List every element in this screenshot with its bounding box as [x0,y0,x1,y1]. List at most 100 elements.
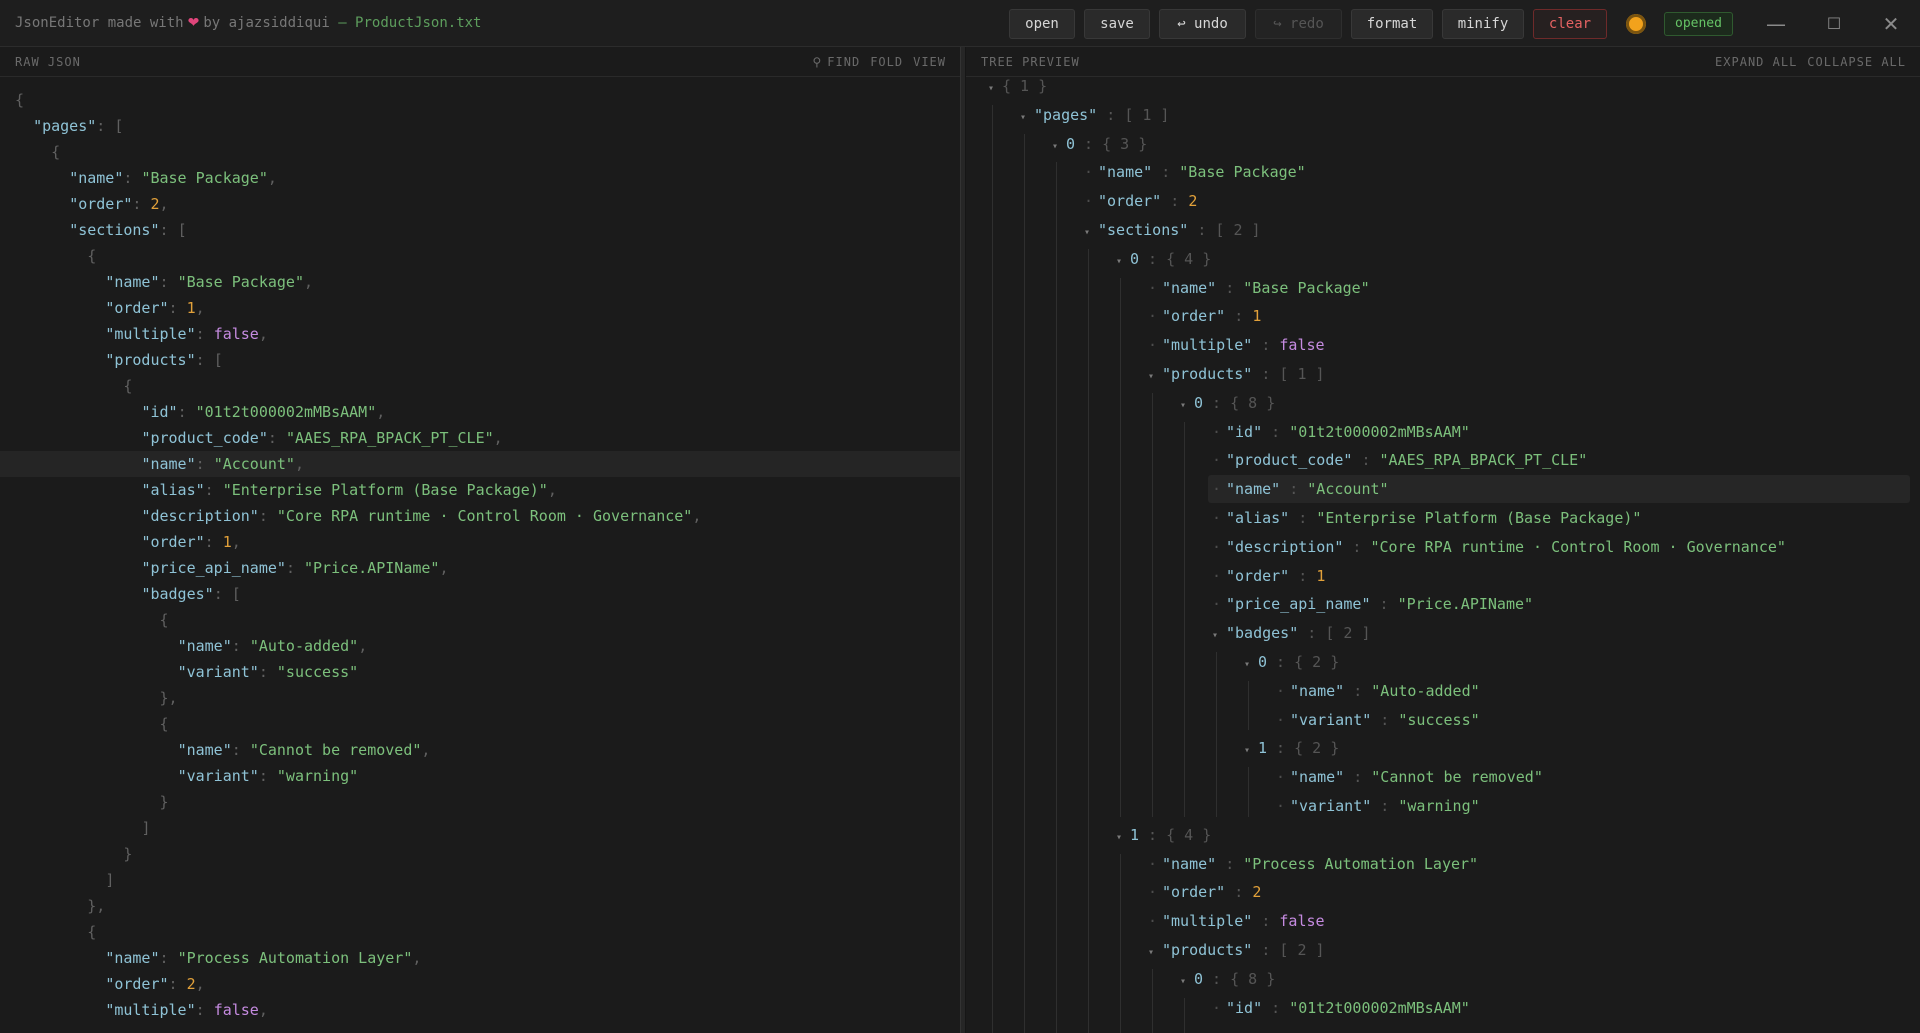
code-line[interactable]: ] [0,867,960,893]
code-line[interactable]: "order": 1, [0,295,960,321]
collapse-all-button[interactable]: COLLAPSE ALL [1807,55,1906,69]
code-line[interactable]: { [0,919,960,945]
tree-node[interactable]: · "variant" : "warning" [1272,792,1480,820]
expand-arrow-icon[interactable]: ▾ [1148,363,1162,391]
tree-node[interactable]: · "id" : "01t2t000002mMBsAAM" [1208,994,1470,1022]
tree-node[interactable]: · "name" : "Auto-added" [1272,677,1480,705]
tree-node[interactable]: · "price_api_name" : "Price.APIName" [1208,590,1533,618]
close-icon[interactable]: ✕ [1877,10,1905,38]
code-line[interactable]: "badges": [ [0,581,960,607]
code-line[interactable]: "name": "Base Package", [0,269,960,295]
expand-arrow-icon[interactable]: ▾ [1116,248,1130,276]
expand-arrow-icon[interactable]: ▾ [1244,737,1258,765]
tree-node[interactable]: ▾ 1 : { 4 } [1112,821,1211,849]
tree-node[interactable]: ▾ 0 : { 4 } [1112,245,1211,273]
tree-node[interactable]: · "variant" : "success" [1272,706,1480,734]
clear-button[interactable]: clear [1533,9,1607,39]
expand-arrow-icon[interactable]: ▾ [1084,219,1098,247]
save-button[interactable]: save [1084,9,1150,39]
tree-node[interactable]: · "name" : "Account" [1208,475,1910,504]
tree-node[interactable]: · "order" : 1 [1144,302,1261,330]
redo-button[interactable]: ↪ redo [1255,9,1342,39]
tree-node[interactable]: ▾ 0 : { 2 } [1240,648,1339,676]
code-line[interactable]: "price_api_name": "Price.APIName", [0,555,960,581]
tree-node[interactable]: · "name" : "Process Automation Layer" [1144,850,1478,878]
code-line[interactable]: }, [0,893,960,919]
code-line[interactable]: { [0,373,960,399]
tree-node[interactable]: · "id" : "01t2t000002mMBsAAM" [1208,418,1470,446]
undo-button[interactable]: ↩ undo [1159,9,1246,39]
tree-node[interactable]: · "product_code" : "AAES_RPA_BPACK_PT_CLE… [1208,446,1587,474]
expand-arrow-icon[interactable]: ▾ [1052,133,1066,161]
open-button[interactable]: open [1009,9,1075,39]
expand-arrow-icon[interactable]: ▾ [1116,824,1130,852]
expand-arrow-icon[interactable]: ▾ [1180,968,1194,996]
expand-arrow-icon[interactable]: ▾ [1020,104,1034,132]
code-line[interactable]: { [0,139,960,165]
tree-node[interactable]: · "name" : "Base Package" [1144,274,1370,302]
code-line[interactable]: "description": "Core RPA runtime · Contr… [0,503,960,529]
code-line[interactable]: "alias": "Enterprise Platform (Base Pack… [0,477,960,503]
expand-arrow-icon[interactable]: ▾ [1180,392,1194,420]
code-line[interactable]: "name": "Process Automation Layer", [0,945,960,971]
code-line[interactable]: } [0,841,960,867]
tree-node[interactable]: · "alias" : "Enterprise Platform (Base Pa… [1208,504,1641,532]
tree-node[interactable]: ▾ "products" : [ 2 ] [1144,936,1325,964]
code-line[interactable]: ] [0,815,960,841]
code-line[interactable]: "variant": "success" [0,659,960,685]
tree-node[interactable]: · "name" : "Cannot be removed" [1272,763,1543,791]
maximize-icon[interactable]: ☐ [1820,10,1848,38]
code-line[interactable]: "order": 2, [0,971,960,997]
tree-node[interactable]: · "multiple" : false [1144,907,1325,935]
tree-node[interactable]: ▾ 0 : { 3 } [1048,130,1147,158]
expand-arrow-icon[interactable]: ▾ [1148,939,1162,967]
expand-arrow-icon[interactable]: ▾ [988,77,1002,103]
code-line[interactable]: "variant": "warning" [0,763,960,789]
tree-node[interactable]: ▾ 1 : { 2 } [1240,734,1339,762]
raw-json-editor[interactable]: { "pages": [ { "name": "Base Package", "… [0,77,960,1033]
code-line[interactable]: "name": "Auto-added", [0,633,960,659]
code-line[interactable]: "order": 2, [0,191,960,217]
code-line[interactable]: } [0,789,960,815]
code-line[interactable]: "name": "Cannot be removed", [0,737,960,763]
tree-node[interactable]: ▾{ 1 } [984,77,1047,100]
tree-node[interactable]: · "order" : 2 [1144,878,1261,906]
expand-all-button[interactable]: EXPAND ALL [1715,55,1797,69]
tree-node[interactable]: ▾ "products" : [ 1 ] [1144,360,1325,388]
tree-node[interactable]: · "multiple" : false [1144,331,1325,359]
code-line[interactable]: "multiple": false, [0,321,960,347]
code-line[interactable]: { [0,711,960,737]
code-line[interactable]: "multiple": false, [0,997,960,1023]
code-line[interactable]: "order": 1, [0,529,960,555]
code-line[interactable]: "name": "Base Package", [0,165,960,191]
expand-arrow-icon[interactable]: ▾ [1212,622,1226,650]
fold-button[interactable]: FOLD [870,55,903,69]
code-line[interactable]: "id": "01t2t000002mMBsAAM", [0,399,960,425]
minify-button[interactable]: minify [1442,9,1524,39]
tree-node[interactable]: ▾ "badges" : [ 2 ] [1208,619,1371,647]
tree-node[interactable]: ▾ "sections" : [ 2 ] [1080,216,1261,244]
code-line[interactable]: "products": [ [0,347,960,373]
find-button[interactable]: FIND [827,55,860,69]
format-button[interactable]: format [1351,9,1433,39]
theme-toggle-sun-icon[interactable] [1626,14,1646,34]
code-line[interactable]: "pages": [ [0,113,960,139]
tree-node[interactable]: ▾ 0 : { 8 } [1176,965,1275,993]
tree-node[interactable]: · "order" : 1 [1208,562,1325,590]
code-line[interactable]: }, [0,685,960,711]
code-line[interactable]: { [0,87,960,113]
tree-node[interactable]: · "order" : 2 [1080,187,1197,215]
tree-node[interactable]: ▾ 0 : { 8 } [1176,389,1275,417]
tree-node[interactable]: · "description" : "Core RPA runtime · Con… [1208,533,1786,561]
view-button[interactable]: VIEW [913,55,946,69]
tree-node[interactable]: · "name" : "Base Package" [1080,158,1306,186]
code-line[interactable]: "product_code": "AAES_RPA_BPACK_PT_CLE", [0,425,960,451]
code-line[interactable]: "sections": [ [0,217,960,243]
expand-arrow-icon[interactable]: ▾ [1244,651,1258,679]
code-line[interactable]: { [0,607,960,633]
find-icon[interactable]: ⚲ [812,55,822,69]
minimize-icon[interactable]: — [1762,10,1790,38]
code-line[interactable]: "name": "Account", [0,451,960,477]
code-line[interactable]: { [0,243,960,269]
tree-node[interactable]: ▾ "pages" : [ 1 ] [1016,101,1169,129]
